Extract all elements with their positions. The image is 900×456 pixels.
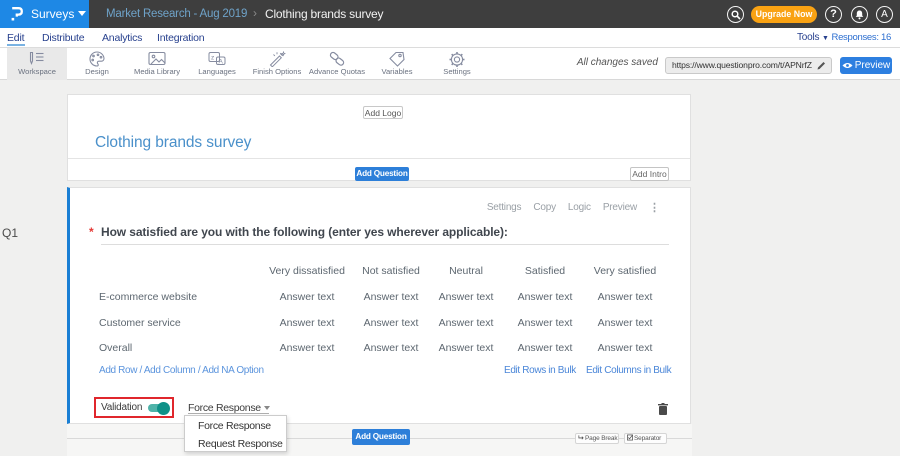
svg-text:z: z	[211, 55, 214, 62]
svg-text:A: A	[219, 58, 224, 65]
